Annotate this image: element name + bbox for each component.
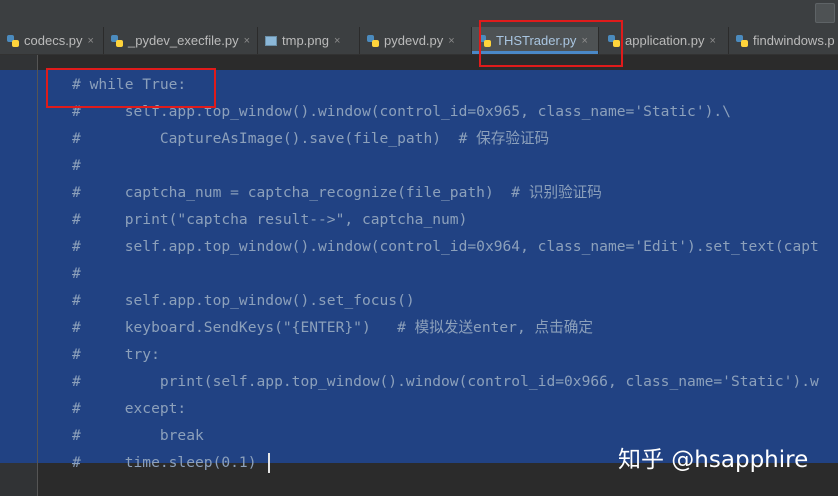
close-icon[interactable]: × [88, 35, 94, 47]
tab-label: _pydev_execfile.py [128, 33, 239, 48]
tab-label: pydevd.py [384, 33, 444, 48]
close-icon[interactable]: × [710, 35, 716, 47]
gutter-selection [0, 70, 37, 463]
tab-codecs[interactable]: codecs.py × [0, 27, 104, 54]
tab-label: application.py [625, 33, 705, 48]
python-file-icon [6, 34, 20, 48]
line-gutter [0, 55, 38, 496]
python-file-icon [735, 34, 749, 48]
image-file-icon [264, 34, 278, 48]
close-icon[interactable]: × [244, 35, 250, 47]
close-icon[interactable]: × [448, 35, 454, 47]
code-line: # self.app.top_window().set_focus() [72, 292, 415, 309]
tab-findwindows[interactable]: findwindows.p [729, 27, 838, 54]
watermark: 知乎 @hsapphire [618, 447, 809, 473]
annotation-box-while-line [46, 68, 216, 108]
title-bar [0, 0, 838, 27]
code-line: # captcha_num = captcha_recognize(file_p… [72, 184, 602, 201]
tab-label: codecs.py [24, 33, 83, 48]
code-line: # [72, 157, 81, 174]
tab-label: tmp.png [282, 33, 329, 48]
tab-pydev-execfile[interactable]: _pydev_execfile.py × [104, 27, 258, 54]
tab-pydevd[interactable]: pydevd.py × [360, 27, 472, 54]
code-line: # CaptureAsImage().save(file_path) # 保存验… [72, 130, 550, 147]
close-icon[interactable]: × [334, 35, 340, 47]
toolbar-button[interactable] [815, 3, 835, 23]
text-caret [268, 453, 270, 473]
code-line: # time.sleep(0.1) [72, 454, 257, 471]
code-line: # break [72, 427, 204, 444]
tab-tmp-png[interactable]: tmp.png × [258, 27, 360, 54]
code-line: # print("captcha result-->", captcha_num… [72, 211, 468, 228]
tab-label: findwindows.p [753, 33, 835, 48]
annotation-box-active-tab [479, 20, 623, 67]
code-line: # keyboard.SendKeys("{ENTER}") # 模拟发送ent… [72, 319, 593, 336]
python-file-icon [366, 34, 380, 48]
editor-tab-bar: codecs.py × _pydev_execfile.py × tmp.png… [0, 27, 838, 55]
code-line: # [72, 265, 81, 282]
code-line: # self.app.top_window().window(control_i… [72, 238, 819, 255]
code-line: # try: [72, 346, 160, 363]
code-editor[interactable]: # while True: # self.app.top_window().wi… [38, 55, 838, 496]
code-line: # print(self.app.top_window().window(con… [72, 373, 819, 390]
code-line: # except: [72, 400, 187, 417]
python-file-icon [110, 34, 124, 48]
